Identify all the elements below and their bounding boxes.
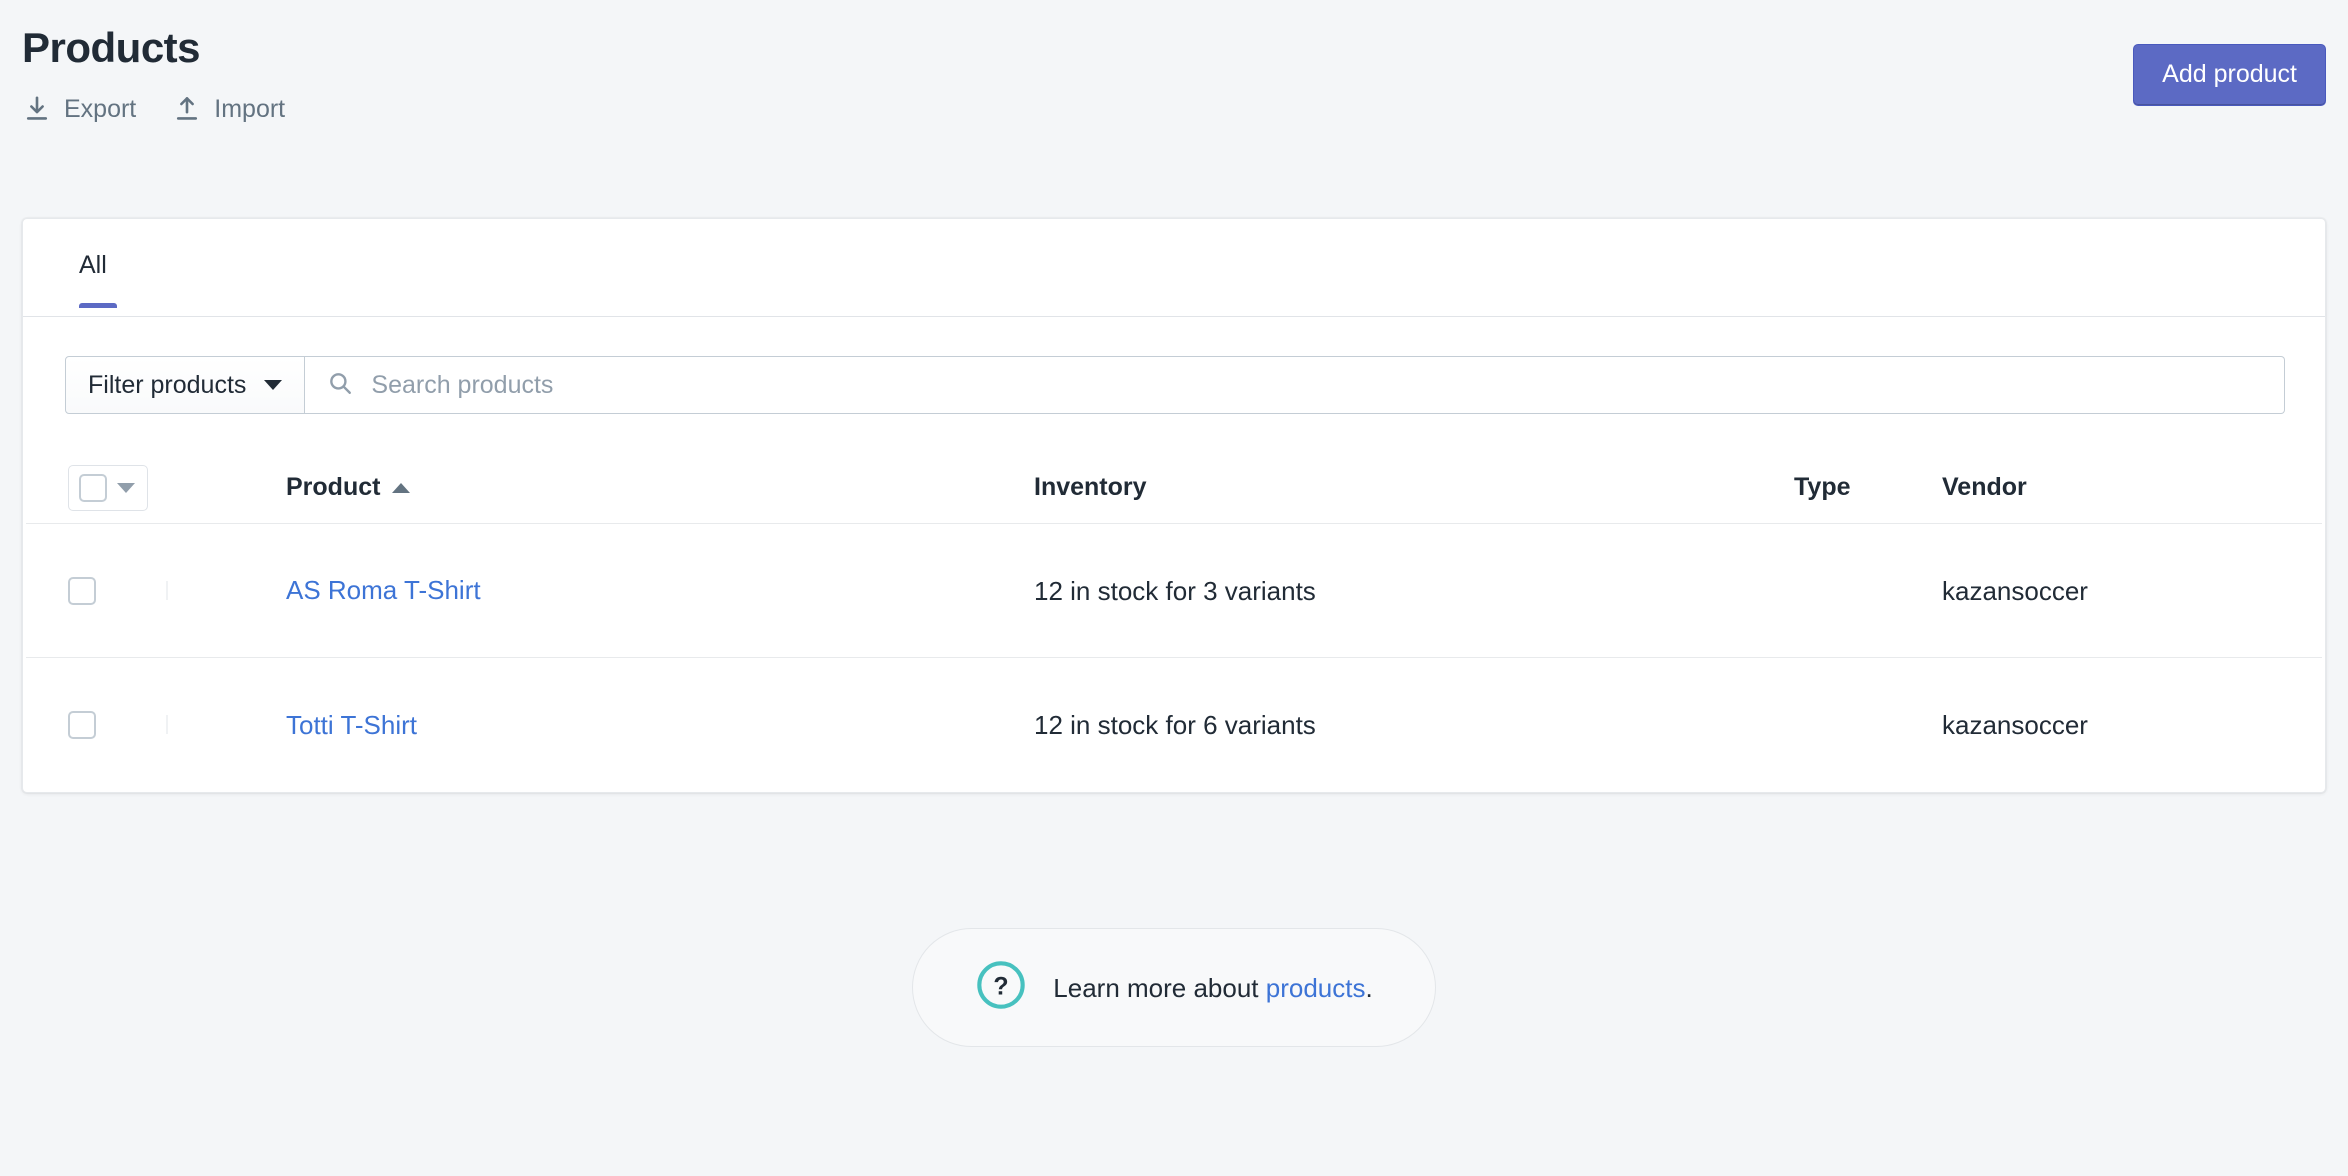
bulk-select-cell xyxy=(68,464,166,511)
select-all-checkbox[interactable] xyxy=(79,473,107,502)
tab-all-label: All xyxy=(79,251,107,279)
product-link[interactable]: Totti T-Shirt xyxy=(286,710,417,740)
help-text-suffix: . xyxy=(1365,972,1373,1003)
export-label: Export xyxy=(64,94,137,123)
add-product-button[interactable]: Add product xyxy=(2133,44,2326,106)
help-text: Learn more about products. xyxy=(1053,975,1372,1001)
product-thumbnail xyxy=(166,715,168,734)
bulk-select-control[interactable] xyxy=(68,464,148,511)
search-input[interactable] xyxy=(369,369,2262,401)
help-text-prefix: Learn more about xyxy=(1053,972,1266,1003)
import-icon xyxy=(172,94,202,124)
export-icon xyxy=(22,94,52,124)
table-row[interactable]: Totti T-Shirt 12 in stock for 6 variants… xyxy=(26,658,2322,792)
svg-text:?: ? xyxy=(994,973,1009,1001)
bulk-actions-chevron-down-icon[interactable] xyxy=(117,482,135,493)
vendor-cell: kazansoccer xyxy=(1942,575,2088,606)
import-label: Import xyxy=(214,94,286,123)
inventory-header-cell: Inventory xyxy=(1034,475,1794,500)
export-button[interactable]: Export xyxy=(22,94,136,124)
filter-bar: Filter products xyxy=(65,356,2285,414)
chevron-down-icon xyxy=(264,380,283,390)
vendor-header-cell: Vendor xyxy=(1942,475,2282,500)
filter-products-label: Filter products xyxy=(88,370,247,399)
product-name-cell: Totti T-Shirt xyxy=(258,710,1034,741)
inventory-cell: 12 in stock for 6 variants xyxy=(1034,710,1316,740)
search-icon xyxy=(327,370,353,401)
vendor-header-label: Vendor xyxy=(1942,473,2027,501)
footer-help: ? Learn more about products. xyxy=(0,928,2348,1047)
product-header-label: Product xyxy=(286,473,381,501)
import-button[interactable]: Import xyxy=(172,94,285,124)
product-header-cell[interactable]: Product xyxy=(258,475,1034,500)
type-header-cell: Type xyxy=(1794,475,1942,500)
products-help-link[interactable]: products xyxy=(1266,973,1366,1003)
products-page: Products Export Import Add product All F… xyxy=(0,0,2348,1176)
page-header: Products Export Import Add product xyxy=(22,22,2326,142)
product-link[interactable]: AS Roma T-Shirt xyxy=(286,575,481,605)
products-table: Product Inventory Type Vendor AS Roma T-… xyxy=(23,452,2325,792)
tab-active-indicator xyxy=(79,303,117,308)
page-title: Products xyxy=(22,24,201,71)
vendor-cell: kazansoccer xyxy=(1942,710,2088,740)
row-checkbox[interactable] xyxy=(68,711,96,739)
tab-all[interactable]: All xyxy=(63,219,123,308)
sort-ascending-icon[interactable] xyxy=(392,482,411,493)
product-thumbnail-cell xyxy=(166,715,258,734)
help-circle-icon: ? xyxy=(975,959,1027,1016)
help-pill: ? Learn more about products. xyxy=(912,928,1436,1047)
product-thumbnail xyxy=(166,580,168,600)
search-field[interactable] xyxy=(305,356,2285,414)
products-card: All Filter products Search products Prod… xyxy=(22,218,2326,793)
header-actions: Export Import xyxy=(22,94,2326,124)
table-header-row: Product Inventory Type Vendor xyxy=(26,452,2322,524)
filter-products-dropdown[interactable]: Filter products xyxy=(65,356,306,414)
tab-list: All xyxy=(23,219,2325,317)
inventory-cell: 12 in stock for 3 variants xyxy=(1034,575,1316,606)
row-checkbox[interactable] xyxy=(68,576,96,605)
table-row[interactable]: AS Roma T-Shirt 12 in stock for 3 varian… xyxy=(26,524,2322,658)
row-select-cell xyxy=(68,711,166,739)
row-select-cell xyxy=(68,576,166,605)
product-thumbnail-cell xyxy=(166,580,258,600)
inventory-header-label: Inventory xyxy=(1034,473,1147,501)
type-header-label: Type xyxy=(1794,473,1851,501)
product-name-cell: AS Roma T-Shirt xyxy=(258,575,1034,606)
